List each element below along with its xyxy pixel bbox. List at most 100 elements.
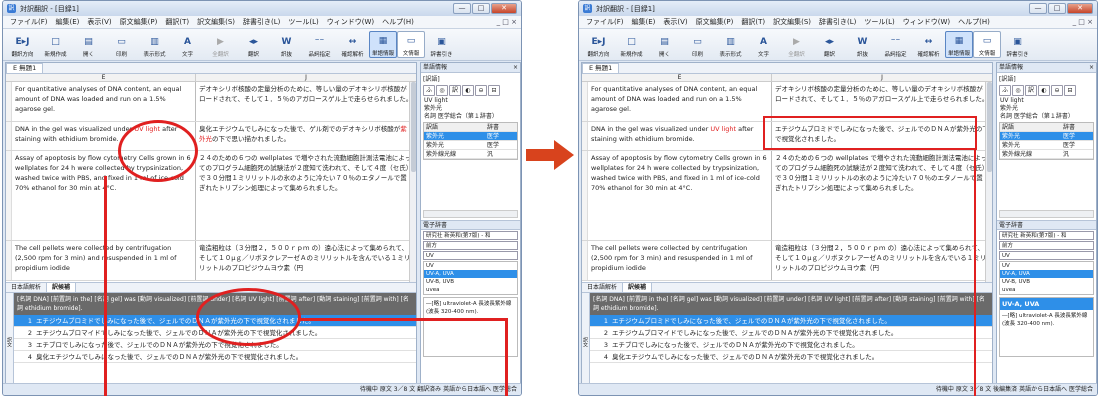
word-tool-icon[interactable]: ⊟ (1064, 85, 1076, 96)
menu-tools[interactable]: ツール(L) (860, 17, 898, 27)
list-item[interactable]: 4 臭化エチジウムでしみになった後で、ジェルでのＤＮＡが紫外光の下で視覚化されまし… (590, 351, 992, 363)
word-tool-icon[interactable]: ◎ (436, 85, 448, 96)
dictionary-select[interactable]: 研究社 新英和(第7版) - 和 (999, 231, 1094, 240)
table-row[interactable]: Assay of apoptosis by flow cytometry Cel… (582, 151, 992, 241)
target-cell[interactable]: 竜造粗粒は（３分間２，５００ｒｐｍ の）遠心法によって集められて、そして１０μｇ… (196, 241, 416, 280)
toolbar-button[interactable]: ▭ 文情報 (973, 31, 1001, 58)
tab-japanese-analysis[interactable]: 日本語解析 (582, 283, 624, 292)
search-mode-select[interactable]: 前方 (423, 241, 518, 250)
menu-source-edit[interactable]: 原文編集(P) (116, 17, 162, 27)
toolbar-button[interactable]: ▦ 単語情報 (945, 31, 973, 58)
table-row[interactable]: The cell pellets were collected by centr… (582, 241, 992, 281)
toolbar-button[interactable]: ▥ 表示形式 (138, 34, 171, 59)
table-row[interactable]: 紫外線光線汎 (1000, 150, 1093, 159)
list-item[interactable]: UV-A, UVA (424, 270, 517, 278)
panel-scrollbar[interactable] (999, 210, 1094, 218)
toolbar-button[interactable]: ▣ 辞書引き (425, 34, 458, 59)
word-tool-icon[interactable]: ⊟ (488, 85, 500, 96)
list-item[interactable]: uvea (424, 286, 517, 294)
table-row[interactable]: 紫外光 医学 (1000, 141, 1093, 150)
toolbar-button[interactable]: ▭ 印刷 (681, 34, 714, 59)
word-tool-icon[interactable]: ふ (999, 85, 1011, 96)
word-tool-icon[interactable]: ◐ (462, 85, 474, 96)
word-tool-icon[interactable]: ⊖ (475, 85, 487, 96)
close-icon[interactable]: × (1089, 63, 1094, 73)
toolbar-button[interactable]: □ 新規作成 (615, 34, 648, 59)
menu-view[interactable]: 表示(V) (659, 17, 691, 27)
target-cell[interactable]: 竜造粗粒は（３分間２，５００ｒｐｍ の）遠心法によって集められて、そして１０μｇ… (772, 241, 992, 280)
menu-dictionary[interactable]: 辞書引き(L) (815, 17, 860, 27)
doc-window-controls[interactable]: _ □ × (497, 18, 521, 26)
list-item[interactable]: UV-B, UVB (424, 278, 517, 286)
toolbar-button[interactable]: ↔ 確認解析 (336, 34, 369, 59)
toolbar-button[interactable]: ◂▸ 翻訳 (813, 34, 846, 59)
toolbar-button[interactable]: A 文字 (171, 34, 204, 59)
grid-scrollbar[interactable] (985, 82, 992, 282)
table-row[interactable]: 紫外光 医学 (424, 141, 517, 150)
menu-file[interactable]: ファイル(F) (6, 17, 52, 27)
toolbar-button[interactable]: ⁻⁻ 品詞指定 (303, 34, 336, 59)
toolbar-button[interactable]: ▣ 辞書引き (1001, 34, 1034, 59)
source-cell[interactable]: For quantitative analyses of DNA content… (588, 82, 772, 121)
tab-candidates[interactable]: 訳候補 (623, 283, 653, 292)
toolbar-button[interactable]: W 訳抜 (846, 34, 879, 59)
menu-view[interactable]: 表示(V) (83, 17, 115, 27)
source-cell[interactable]: For quantitative analyses of DNA content… (12, 82, 196, 121)
toolbar-button[interactable]: ▭ 印刷 (105, 34, 138, 59)
list-item[interactable]: 4 臭化エチジウムでしみになった後で、ジェルでのＤＮＡが紫外光の下で視覚化されまし… (14, 351, 416, 363)
source-cell[interactable]: DNA in the gel was visualized under UV l… (588, 122, 772, 150)
word-tool-icon[interactable]: ⊖ (1051, 85, 1063, 96)
minimize-button[interactable]: — (453, 3, 471, 14)
toolbar-button[interactable]: ▥ 表示形式 (714, 34, 747, 59)
table-row[interactable]: 紫外線光線汎 (424, 150, 517, 159)
source-cell[interactable]: The cell pellets were collected by centr… (588, 241, 772, 280)
word-tool-icon[interactable]: ◎ (1012, 85, 1024, 96)
table-row[interactable]: 紫外光 医学 (424, 132, 517, 141)
toolbar-button[interactable]: ▤ 開く (648, 34, 681, 59)
search-input[interactable]: UV (999, 251, 1094, 260)
list-item[interactable]: UV-A, UVA (1000, 270, 1093, 278)
target-cell[interactable]: ２４のための６つの wellplates で増やされた流動細胞計測法電池によって… (772, 151, 992, 240)
tab-japanese-analysis[interactable]: 日本語解析 (6, 283, 48, 292)
target-cell[interactable]: ２４のための６つの wellplates で増やされた流動細胞計測法電池によって… (196, 151, 416, 240)
list-item[interactable]: 2 エチジウムブロマイドでしみになった後で、ジェルでのＤＮＡが紫外光の下で視覚化さ… (590, 327, 992, 339)
search-mode-select[interactable]: 前方 (999, 241, 1094, 250)
search-input[interactable]: UV (423, 251, 518, 260)
menu-source-edit[interactable]: 原文編集(P) (692, 17, 738, 27)
menu-help[interactable]: ヘルプ(H) (378, 17, 418, 27)
tab-candidates[interactable]: 訳候補 (47, 283, 77, 292)
toolbar-button[interactable]: □ 新規作成 (39, 34, 72, 59)
close-button[interactable]: ✕ (491, 3, 517, 14)
list-item[interactable]: 3 エチブロでしみになった後で、ジェルでのＤＮＡが紫外光の下で視覚化されました。 (590, 339, 992, 351)
word-tool-icon[interactable]: 訳 (1025, 85, 1037, 96)
table-row[interactable]: 紫外光 医学 (1000, 132, 1093, 141)
maximize-button[interactable]: □ (1048, 3, 1066, 14)
toolbar-button[interactable]: ▶ 全翻訳 (780, 34, 813, 59)
menu-edit[interactable]: 編集(E) (628, 17, 660, 27)
minimize-button[interactable]: — (1029, 3, 1047, 14)
toolbar-button[interactable]: A 文字 (747, 34, 780, 59)
target-cell[interactable]: 臭化エチジウムでしみになった後で、ゲル剤でのデオキシリボ核酸が紫外光の下で思い描… (196, 122, 416, 150)
menu-tools[interactable]: ツール(L) (284, 17, 322, 27)
menu-edit[interactable]: 編集(E) (52, 17, 84, 27)
toolbar-button[interactable]: ▦ 単語情報 (369, 31, 397, 58)
dictionary-select[interactable]: 研究社 新英和(第7版) - 和 (423, 231, 518, 240)
toolbar-button[interactable]: E▸J 翻訳方向 (6, 34, 39, 59)
panel-scrollbar[interactable] (423, 210, 518, 218)
menu-file[interactable]: ファイル(F) (582, 17, 628, 27)
document-tab[interactable]: E 無題1 (582, 63, 620, 73)
toolbar-button[interactable]: ⁻⁻ 品詞指定 (879, 34, 912, 59)
maximize-button[interactable]: □ (472, 3, 490, 14)
close-icon[interactable]: × (513, 63, 518, 73)
close-button[interactable]: ✕ (1067, 3, 1093, 14)
table-row[interactable]: The cell pellets were collected by centr… (6, 241, 416, 281)
list-item[interactable]: 3 エチブロでしみになった後で、ジェルでのＤＮＡが紫外光の下で視覚化されました。 (14, 339, 416, 351)
menu-translate[interactable]: 翻訳(T) (161, 17, 193, 27)
table-row[interactable]: DNA in the gel was visualized under UV l… (6, 122, 416, 151)
doc-window-controls[interactable]: _ □ × (1073, 18, 1097, 26)
toolbar-button[interactable]: ▤ 開く (72, 34, 105, 59)
source-cell[interactable]: Assay of apoptosis by flow cytometry Cel… (588, 151, 772, 240)
document-tab[interactable]: E 無題1 (6, 63, 44, 73)
menu-window[interactable]: ウィンドウ(W) (323, 17, 378, 27)
word-tool-icon[interactable]: ◐ (1038, 85, 1050, 96)
